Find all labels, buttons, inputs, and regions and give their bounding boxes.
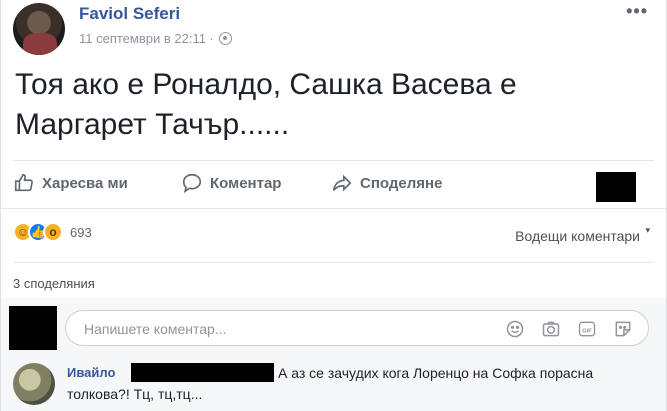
redacted-name: [131, 363, 274, 382]
redaction-box: [596, 172, 636, 202]
shares-count[interactable]: 3 споделяния: [13, 276, 95, 291]
camera-icon[interactable]: [540, 318, 562, 340]
comment-section: Напишете коментар... GIF Ивайло А аз се …: [1, 298, 666, 411]
comment-label: Коментар: [210, 174, 282, 192]
share-arrow-icon: [332, 174, 352, 192]
author-avatar[interactable]: [13, 3, 65, 55]
wow-icon: o: [43, 222, 63, 242]
more-options-icon[interactable]: •••: [626, 1, 648, 22]
post-text: Тоя ако е Роналдо, Сашка Васева е Маргар…: [15, 68, 517, 141]
speech-bubble-icon: [182, 173, 202, 194]
divider: [1, 208, 666, 209]
comment-input-row: Напишете коментар... GIF: [1, 298, 666, 358]
comment-tools: GIF: [504, 318, 634, 340]
sticker-icon[interactable]: [612, 318, 634, 340]
comment-text-line1: А аз се зачудих кога Лоренцо на Софка по…: [278, 365, 594, 381]
reactions-summary[interactable]: ☺ 👍 o 693: [13, 222, 92, 242]
svg-text:GIF: GIF: [582, 328, 592, 334]
commenter-avatar[interactable]: [13, 363, 55, 405]
comment-button[interactable]: Коментар: [181, 172, 281, 194]
timestamp[interactable]: 11 септември в 22:11 ·: [79, 31, 214, 46]
post-meta: 11 септември в 22:11 ·: [79, 31, 232, 46]
share-button[interactable]: Споделяне: [331, 172, 442, 194]
top-comments-dropdown[interactable]: Водещи коментари: [515, 225, 650, 244]
globe-icon: [218, 32, 232, 45]
redacted-avatar: [9, 306, 57, 350]
comment-input[interactable]: Напишете коментар... GIF: [65, 310, 649, 346]
reaction-count: 693: [70, 224, 92, 240]
gif-icon[interactable]: GIF: [576, 318, 598, 340]
like-label: Харесва ми: [42, 174, 128, 192]
divider: [13, 262, 654, 263]
action-bar: Харесва ми Коментар Споделяне: [1, 160, 666, 206]
post-card: Faviol Seferi 11 септември в 22:11 · •••…: [0, 0, 667, 411]
thumbs-up-icon: [14, 173, 33, 192]
author-name[interactable]: Faviol Seferi: [79, 4, 180, 24]
comment-text-line2: толкова?! Тц, тц,тц...: [67, 386, 203, 402]
like-button[interactable]: Харесва ми: [13, 172, 128, 194]
comment-placeholder: Напишете коментар...: [84, 321, 227, 337]
emoji-icon[interactable]: [504, 318, 526, 340]
share-label: Споделяне: [360, 174, 443, 192]
commenter-name[interactable]: Ивайло: [67, 365, 115, 380]
